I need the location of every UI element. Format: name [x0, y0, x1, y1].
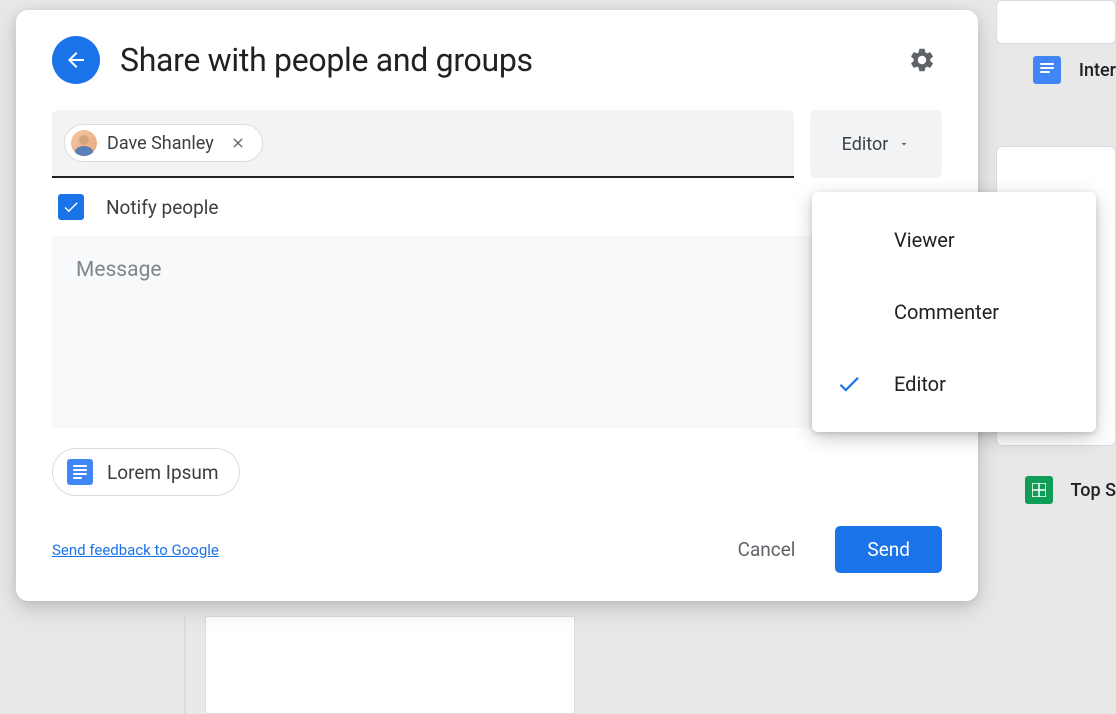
- bg-panel: [205, 616, 575, 714]
- bg-file-label: Top S: [1071, 480, 1116, 501]
- role-option-editor[interactable]: Editor: [812, 348, 1096, 420]
- role-option-commenter[interactable]: Commenter: [812, 276, 1096, 348]
- chevron-down-icon: [898, 138, 910, 150]
- role-option-label: Editor: [894, 372, 946, 396]
- role-menu: Viewer Commenter Editor: [812, 192, 1096, 432]
- docs-icon: [1033, 56, 1061, 84]
- bg-thumb: [996, 0, 1116, 44]
- bg-divider: [184, 616, 186, 714]
- people-input[interactable]: Dave Shanley: [52, 110, 794, 178]
- bg-file-label: Inter: [1079, 60, 1116, 81]
- notify-row: Notify people: [52, 178, 942, 236]
- settings-button[interactable]: [902, 40, 942, 80]
- send-button[interactable]: Send: [835, 526, 942, 573]
- person-chip: Dave Shanley: [64, 124, 263, 162]
- sheets-icon: [1025, 476, 1053, 504]
- bg-file-entry: Top S: [1025, 476, 1116, 504]
- gear-icon: [908, 46, 936, 74]
- arrow-left-icon: [64, 48, 88, 72]
- message-placeholder: Message: [76, 258, 918, 282]
- notify-checkbox[interactable]: [58, 194, 84, 220]
- close-icon: [230, 135, 246, 151]
- role-selected-label: Editor: [842, 134, 889, 155]
- check-icon: [62, 198, 80, 216]
- role-dropdown[interactable]: Editor: [810, 110, 942, 178]
- dialog-footer: Send feedback to Google Cancel Send: [52, 526, 942, 573]
- bg-file-entry: Inter: [1033, 56, 1116, 84]
- dialog-title: Share with people and groups: [120, 41, 882, 79]
- attachment-chip[interactable]: Lorem Ipsum: [52, 448, 240, 496]
- remove-person-button[interactable]: [228, 133, 248, 153]
- people-row: Dave Shanley Editor: [52, 110, 942, 178]
- avatar: [71, 130, 97, 156]
- dialog-header: Share with people and groups: [52, 36, 942, 84]
- role-option-viewer[interactable]: Viewer: [812, 204, 1096, 276]
- person-name: Dave Shanley: [107, 133, 214, 154]
- attachment-name: Lorem Ipsum: [107, 461, 219, 484]
- notify-label: Notify people: [106, 196, 218, 219]
- cancel-button[interactable]: Cancel: [714, 528, 820, 571]
- check-icon: [836, 371, 862, 397]
- docs-icon: [67, 459, 93, 485]
- message-textarea[interactable]: Message: [52, 236, 942, 428]
- back-button[interactable]: [52, 36, 100, 84]
- role-option-label: Viewer: [894, 228, 955, 252]
- role-option-label: Commenter: [894, 300, 999, 324]
- role-check-slot: [836, 371, 872, 397]
- feedback-link[interactable]: Send feedback to Google: [52, 541, 219, 559]
